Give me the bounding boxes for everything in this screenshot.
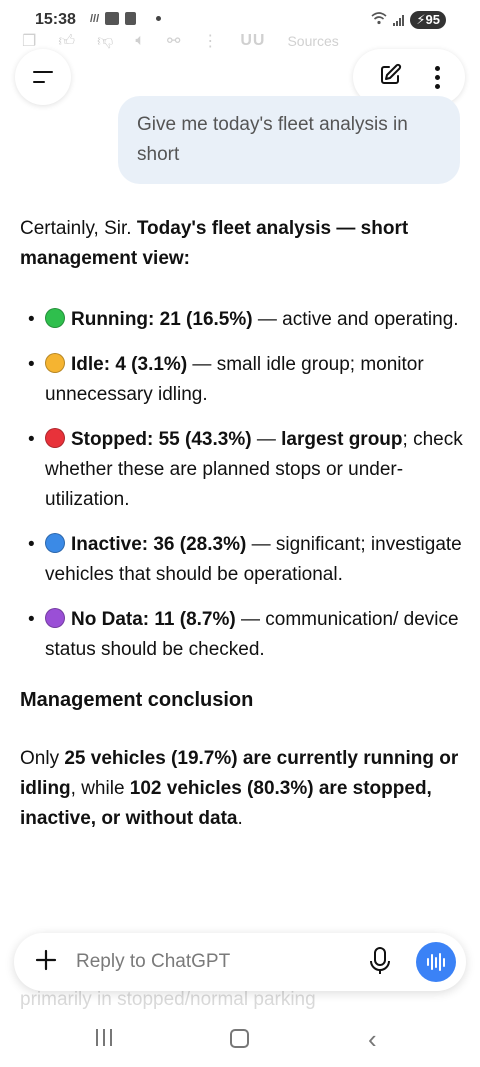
- red-circle-icon: [45, 428, 65, 448]
- speaker-icon: 🔈︎: [135, 32, 145, 49]
- copy-icon: ❐: [22, 33, 37, 50]
- conclusion-heading: Management conclusion: [20, 689, 254, 711]
- status-label: Idle: 4 (3.1%): [71, 354, 188, 375]
- user-message-bubble: Give me today's fleet analysis in short: [118, 96, 460, 184]
- list-item: No Data: 11 (8.7%) — communication/ devi…: [20, 605, 465, 665]
- system-nav-bar: ‹: [0, 1018, 480, 1067]
- wifi-icon: [371, 12, 387, 28]
- status-emphasis: largest group: [281, 429, 403, 450]
- sources-label: Sources: [287, 33, 339, 49]
- status-label: Inactive: 36 (28.3%): [71, 534, 247, 555]
- thumbs-down-icon: 👎︎: [97, 32, 114, 50]
- reply-input[interactable]: [76, 945, 326, 979]
- list-item: Inactive: 36 (28.3%) — significant; inve…: [20, 530, 465, 590]
- status-description: —: [251, 429, 282, 450]
- edit-icon: [380, 63, 401, 84]
- conclusion-text: .: [237, 808, 243, 829]
- notification-icons: ///: [90, 12, 162, 25]
- system-indicators: ⚡95: [371, 11, 446, 29]
- status-label: No Data: 11 (8.7%): [71, 609, 236, 630]
- conclusion-text: , while: [70, 778, 130, 799]
- fleet-status-list: Running: 21 (16.5%) — active and operati…: [20, 305, 465, 665]
- dictate-button[interactable]: [368, 946, 392, 981]
- yellow-circle-icon: [45, 353, 65, 373]
- user-message-text: Give me today's fleet analysis in short: [137, 114, 408, 165]
- battery-indicator: ⚡95: [410, 11, 446, 29]
- status-label: Running: 21 (16.5%): [71, 309, 253, 330]
- conclusion-text: Only: [20, 748, 65, 769]
- assistant-message: Certainly, Sir. Today's fleet analysis —…: [20, 214, 465, 834]
- green-circle-icon: [45, 308, 65, 328]
- more-notifications-icon: [156, 16, 162, 21]
- list-item: Idle: 4 (3.1%) — small idle group; monit…: [20, 350, 465, 410]
- plus-icon: [35, 949, 57, 971]
- voice-mode-button[interactable]: [416, 942, 456, 982]
- intro-text: Certainly, Sir.: [20, 218, 137, 239]
- youtube-icon: [105, 12, 120, 25]
- status-time: 15:38: [35, 11, 76, 28]
- list-item: Stopped: 55 (43.3%) — largest group; che…: [20, 425, 465, 515]
- faded-text: primarily in stopped/normal parking: [20, 989, 316, 1010]
- data-activity-icon: ///: [90, 12, 100, 25]
- add-attachment-button[interactable]: [34, 948, 58, 977]
- purple-circle-icon: [45, 608, 65, 628]
- share-icon: ⚯: [166, 33, 181, 50]
- list-item: Running: 21 (16.5%) — active and operati…: [20, 305, 465, 335]
- recent-apps-button[interactable]: [96, 1029, 112, 1046]
- composer: [14, 933, 466, 991]
- menu-icon: [33, 71, 53, 83]
- assistant-intro: Certainly, Sir. Today's fleet analysis —…: [20, 214, 465, 274]
- battery-level: 95: [425, 12, 440, 27]
- back-button[interactable]: ‹: [368, 1026, 377, 1052]
- conclusion-paragraph: Only 25 vehicles (19.7%) are currently r…: [20, 744, 465, 834]
- status-label: Stopped: 55 (43.3%): [71, 429, 252, 450]
- more-icon: ⋮: [202, 33, 219, 50]
- home-button[interactable]: [230, 1029, 249, 1048]
- microphone-icon: [370, 947, 390, 974]
- blue-circle-icon: [45, 533, 65, 553]
- menu-button[interactable]: [15, 49, 71, 105]
- status-description: — active and operating.: [252, 309, 459, 330]
- brand-logo: UU: [240, 32, 266, 49]
- more-options-button[interactable]: [435, 65, 441, 89]
- signal-icon: [393, 14, 405, 26]
- new-chat-button[interactable]: [378, 63, 402, 92]
- thumbs-up-icon: 👍︎: [58, 32, 76, 50]
- document-icon: [125, 12, 137, 25]
